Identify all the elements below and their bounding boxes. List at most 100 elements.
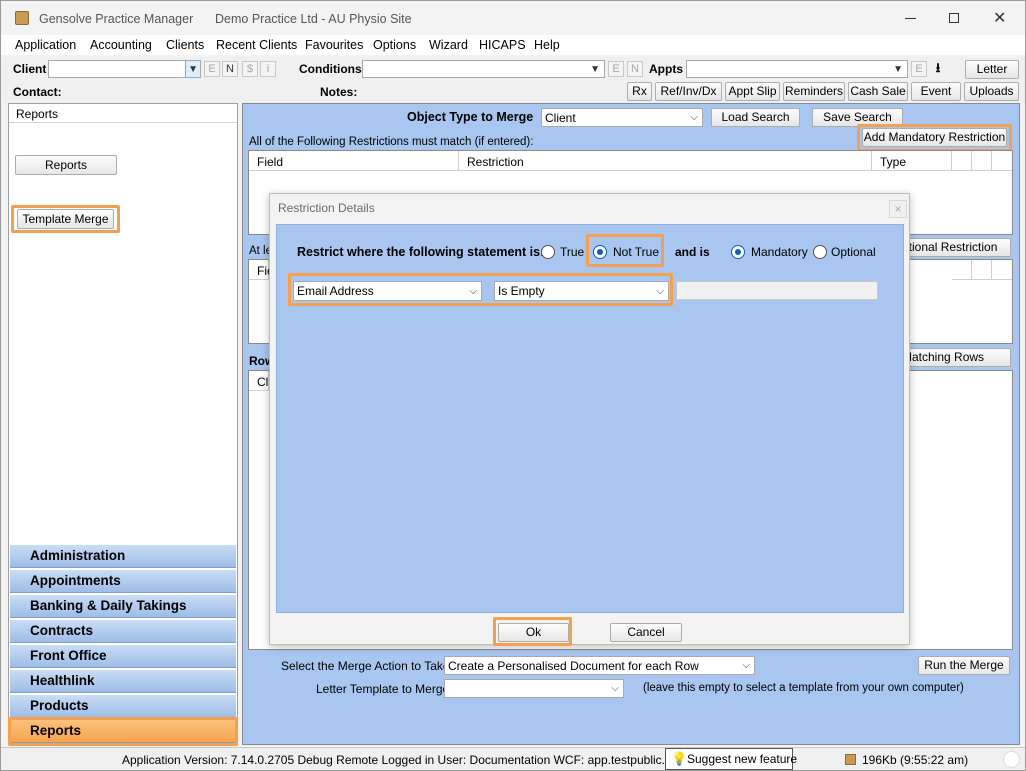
opt-col-extra-1 — [952, 260, 972, 280]
show-matching-rows-button[interactable]: Matching Rows — [901, 348, 1011, 367]
ok-button[interactable]: Ok — [498, 623, 569, 642]
optional-radio[interactable] — [813, 245, 827, 259]
run-merge-button[interactable]: Run the Merge — [918, 656, 1010, 675]
rows-col-client[interactable]: Cli — [249, 371, 271, 391]
nav-front-office[interactable]: Front Office — [10, 644, 236, 668]
col-type[interactable]: Type — [872, 151, 952, 171]
nav-banking[interactable]: Banking & Daily Takings — [10, 594, 236, 618]
cancel-button[interactable]: Cancel — [610, 623, 682, 642]
opt-col-field[interactable]: Fie — [249, 260, 274, 280]
minimize-icon[interactable] — [905, 18, 916, 19]
letter-template-label: Letter Template to Merge — [316, 682, 450, 696]
chevron-down-icon: ▼ — [185, 61, 200, 77]
letter-template-combo[interactable]: ⌵ — [444, 679, 624, 698]
reports-button[interactable]: Reports — [15, 155, 117, 175]
reminders-button[interactable]: Reminders — [783, 82, 845, 101]
lightbulb-icon: 💡 — [671, 751, 688, 766]
client-e-button[interactable]: E — [204, 61, 220, 77]
nav-healthlink[interactable]: Healthlink — [10, 669, 236, 693]
menu-clients[interactable]: Clients — [166, 38, 204, 52]
menu-application[interactable]: Application — [15, 38, 76, 52]
memory-text: 196Kb (9:55:22 am) — [862, 753, 969, 767]
condition-combo[interactable]: Is Empty ⌵ — [494, 281, 669, 301]
nav-products[interactable]: Products — [10, 694, 236, 718]
mandatory-radio[interactable] — [731, 245, 745, 259]
event-button[interactable]: Event — [911, 82, 961, 101]
sidebar-title: Reports — [16, 107, 59, 121]
save-search-button[interactable]: Save Search — [812, 108, 903, 127]
notes-label: Notes: — [320, 85, 358, 99]
appt-slip-button[interactable]: Appt Slip — [725, 82, 780, 101]
ref-inv-dx-button[interactable]: Ref/Inv/Dx — [655, 82, 722, 101]
appts-e-button[interactable]: E — [911, 61, 927, 77]
col-extra-3 — [992, 151, 1012, 171]
add-optional-restriction-button[interactable]: ptional Restriction — [901, 238, 1011, 257]
chevron-down-icon: ⌵ — [742, 660, 750, 671]
rx-button[interactable]: Rx — [627, 82, 652, 101]
toolbar: Client ▼ E N $ i Conditions ▼ E N Appts … — [1, 57, 1025, 103]
close-icon[interactable]: ✕ — [993, 8, 1006, 28]
dialog-close-icon[interactable]: × — [889, 200, 907, 218]
merge-action-combo[interactable]: Create a Personalised Document for each … — [444, 656, 755, 675]
chevron-down-icon: ⌵ — [611, 683, 619, 694]
client-label: Client — [13, 62, 47, 76]
menu-bar: Application Accounting Clients Recent Cl… — [1, 35, 1025, 55]
object-type-label: Object Type to Merge — [407, 110, 534, 124]
contact-label: Contact: — [13, 85, 62, 99]
letter-template-hint: (leave this empty to select a template f… — [643, 682, 964, 694]
true-radio[interactable] — [541, 245, 555, 259]
client-info-button[interactable]: i — [260, 61, 276, 77]
object-type-combo[interactable]: Client ⌵ — [541, 108, 703, 127]
col-extra-1 — [952, 151, 972, 171]
chevron-down-icon: ⌵ — [469, 286, 477, 297]
conditions-n-button[interactable]: N — [627, 61, 643, 77]
chevron-down-icon: ▼ — [590, 64, 600, 75]
appts-combo[interactable]: ▼ — [686, 60, 908, 78]
menu-recent-clients[interactable]: Recent Clients — [216, 38, 297, 52]
appts-label: Appts — [649, 62, 683, 76]
nav-appointments[interactable]: Appointments — [10, 569, 236, 593]
app-name: Gensolve Practice Manager — [39, 12, 194, 26]
title-bar: Gensolve Practice Manager Demo Practice … — [1, 1, 1025, 35]
optional-label: Optional — [831, 245, 876, 259]
maximize-icon[interactable] — [949, 13, 959, 23]
load-search-button[interactable]: Load Search — [711, 108, 800, 127]
merge-action-label: Select the Merge Action to Take — [281, 659, 450, 673]
menu-wizard[interactable]: Wizard — [429, 38, 468, 52]
conditions-combo[interactable]: ▼ — [362, 60, 605, 78]
mandatory-label: Mandatory — [751, 245, 808, 259]
cash-sale-button[interactable]: Cash Sale — [848, 82, 908, 101]
client-n-button[interactable]: N — [222, 61, 238, 77]
add-mandatory-restriction-button[interactable]: Add Mandatory Restriction — [862, 128, 1007, 147]
field-combo[interactable]: Email Address ⌵ — [293, 281, 482, 301]
all-following-label: All of the Following Restrictions must m… — [249, 136, 534, 148]
not-true-label: Not True — [613, 245, 660, 259]
opt-col-extra-3 — [992, 260, 1012, 280]
nav-administration[interactable]: Administration — [10, 544, 236, 568]
true-label: True — [560, 245, 585, 259]
suggest-feature-button[interactable]: 💡 Suggest new feature — [665, 748, 797, 770]
col-restriction[interactable]: Restriction — [459, 151, 872, 171]
not-true-radio[interactable] — [593, 245, 607, 259]
template-merge-button[interactable]: Template Merge — [17, 209, 114, 229]
value-input[interactable] — [676, 281, 878, 300]
client-account-button[interactable]: $ — [242, 61, 258, 77]
menu-hicaps[interactable]: HICAPS — [479, 38, 526, 52]
nav-contracts[interactable]: Contracts — [10, 619, 236, 643]
col-field[interactable]: Field — [249, 151, 459, 171]
conditions-label: Conditions — [299, 62, 362, 76]
menu-accounting[interactable]: Accounting — [90, 38, 152, 52]
col-extra-2 — [972, 151, 992, 171]
menu-favourites[interactable]: Favourites — [305, 38, 363, 52]
menu-options[interactable]: Options — [373, 38, 416, 52]
client-combo[interactable]: ▼ — [48, 60, 201, 78]
download-icon[interactable]: ⭳ — [930, 61, 946, 77]
status-bar: Application Version: 7.14.0.2705 Debug R… — [1, 747, 1025, 770]
nav-reports[interactable]: Reports — [10, 719, 236, 743]
chevron-down-icon: ▼ — [893, 64, 903, 75]
letter-button[interactable]: Letter — [965, 60, 1019, 79]
conditions-e-button[interactable]: E — [608, 61, 624, 77]
menu-help[interactable]: Help — [534, 38, 560, 52]
uploads-button[interactable]: Uploads — [964, 82, 1019, 101]
chevron-down-icon: ⌵ — [656, 286, 664, 297]
